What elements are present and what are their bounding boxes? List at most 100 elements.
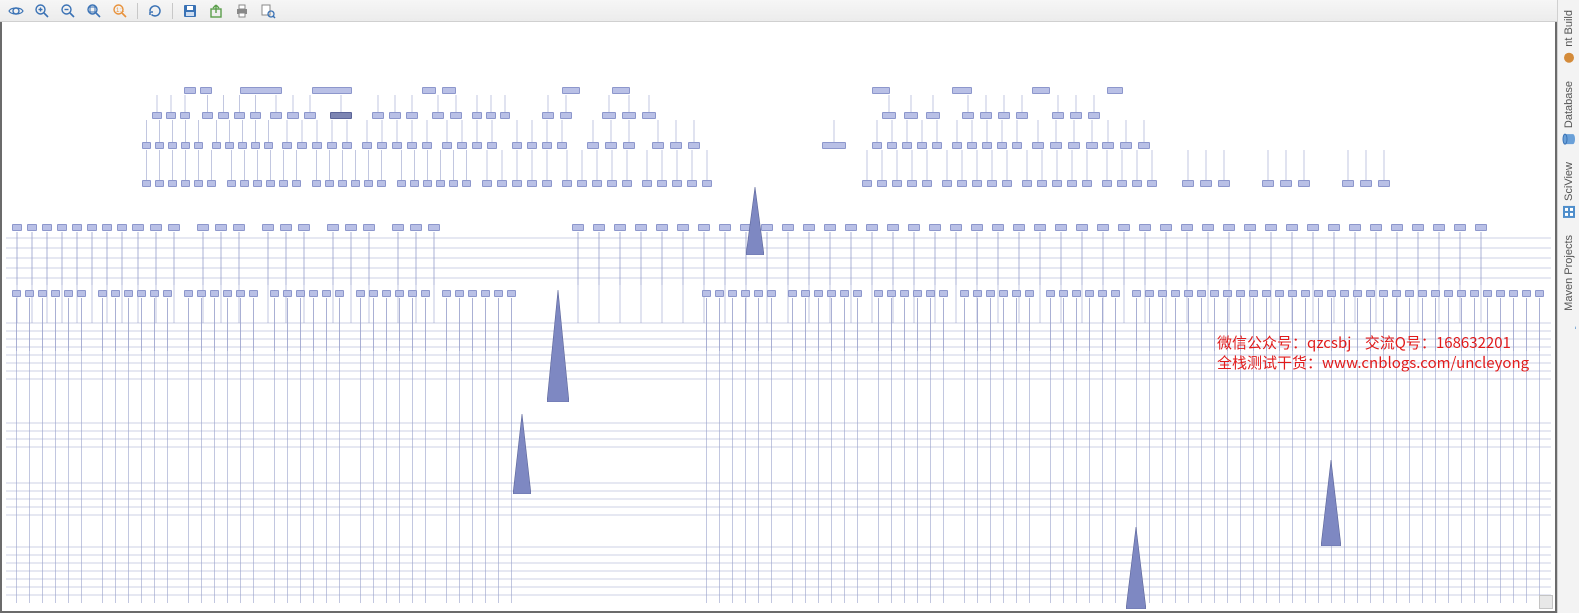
diagram-node[interactable] bbox=[330, 112, 352, 119]
diagram-node[interactable] bbox=[234, 112, 245, 119]
diagram-node[interactable] bbox=[605, 142, 617, 149]
diagram-node[interactable] bbox=[1275, 290, 1284, 297]
diagram-node[interactable] bbox=[27, 224, 37, 231]
diagram-node[interactable] bbox=[363, 224, 375, 231]
diagram-node[interactable] bbox=[181, 142, 190, 149]
tab-sciview[interactable]: SciView bbox=[1560, 154, 1578, 227]
diagram-node[interactable] bbox=[1265, 224, 1277, 231]
diagram-node[interactable] bbox=[1055, 224, 1067, 231]
diagram-node[interactable] bbox=[612, 87, 630, 94]
diagram-node[interactable] bbox=[1181, 224, 1193, 231]
diagram-node[interactable] bbox=[309, 290, 318, 297]
diagram-node[interactable] bbox=[468, 290, 477, 297]
diagram-node[interactable] bbox=[1052, 180, 1062, 187]
diagram-node[interactable] bbox=[436, 180, 445, 187]
diagram-node[interactable] bbox=[392, 224, 404, 231]
diagram-node[interactable] bbox=[312, 180, 321, 187]
diagram-node[interactable] bbox=[562, 87, 580, 94]
diagram-node[interactable] bbox=[184, 87, 196, 94]
diagram-node[interactable] bbox=[155, 180, 164, 187]
diagram-node[interactable] bbox=[233, 224, 245, 231]
diagram-node[interactable] bbox=[472, 142, 482, 149]
diagram-node[interactable] bbox=[181, 180, 190, 187]
diagram-node[interactable] bbox=[1032, 142, 1044, 149]
diagram-node[interactable] bbox=[282, 142, 292, 149]
diagram-node[interactable] bbox=[687, 180, 697, 187]
diagram-node[interactable] bbox=[1182, 180, 1194, 187]
diagram-node[interactable] bbox=[1360, 180, 1372, 187]
diagram-node[interactable] bbox=[1218, 180, 1230, 187]
diagram-node[interactable] bbox=[77, 290, 86, 297]
diagram-node[interactable] bbox=[527, 142, 537, 149]
diagram-node[interactable] bbox=[137, 290, 146, 297]
diagram-node[interactable] bbox=[283, 290, 292, 297]
diagram-node[interactable] bbox=[362, 142, 372, 149]
diagram-node[interactable] bbox=[904, 112, 918, 119]
diagram-node[interactable] bbox=[325, 180, 334, 187]
diagram-node[interactable] bbox=[345, 224, 357, 231]
diagram-node[interactable] bbox=[929, 224, 941, 231]
diagram-node[interactable] bbox=[1262, 290, 1271, 297]
diagram-node[interactable] bbox=[304, 112, 316, 119]
diagram-node[interactable] bbox=[987, 180, 997, 187]
diagram-node[interactable] bbox=[12, 290, 21, 297]
diagram-node[interactable] bbox=[240, 87, 282, 94]
diagram-node[interactable] bbox=[887, 224, 899, 231]
diagram-node[interactable] bbox=[1298, 180, 1310, 187]
diagram-node[interactable] bbox=[1262, 180, 1274, 187]
diagram-node[interactable] bbox=[1314, 290, 1323, 297]
diagram-node[interactable] bbox=[907, 180, 917, 187]
diagram-node[interactable] bbox=[1158, 290, 1167, 297]
diagram-node[interactable] bbox=[1288, 290, 1297, 297]
print-button[interactable] bbox=[230, 2, 254, 20]
diagram-node[interactable] bbox=[218, 112, 229, 119]
diagram-node[interactable] bbox=[132, 224, 144, 231]
diagram-node[interactable] bbox=[652, 142, 664, 149]
diagram-node[interactable] bbox=[572, 224, 584, 231]
diagram-node[interactable] bbox=[1286, 224, 1298, 231]
diagram-node[interactable] bbox=[926, 112, 940, 119]
diagram-node[interactable] bbox=[887, 290, 896, 297]
diagram-node[interactable] bbox=[266, 180, 275, 187]
diagram-node[interactable] bbox=[557, 142, 567, 149]
diagram-node[interactable] bbox=[1120, 142, 1132, 149]
diagram-node[interactable] bbox=[1067, 180, 1077, 187]
diagram-node[interactable] bbox=[973, 290, 982, 297]
diagram-node[interactable] bbox=[939, 290, 948, 297]
diagram-node[interactable] bbox=[1052, 112, 1064, 119]
diagram-node[interactable] bbox=[486, 112, 496, 119]
diagram-node[interactable] bbox=[971, 224, 983, 231]
diagram-node[interactable] bbox=[672, 180, 682, 187]
diagram-node[interactable] bbox=[64, 290, 73, 297]
diagram-node[interactable] bbox=[422, 87, 436, 94]
diagram-node[interactable] bbox=[1050, 142, 1062, 149]
diagram-node[interactable] bbox=[635, 224, 647, 231]
diagram-node[interactable] bbox=[249, 290, 258, 297]
save-button[interactable] bbox=[178, 2, 202, 20]
diagram-node[interactable] bbox=[917, 142, 927, 149]
diagram-node[interactable] bbox=[150, 290, 159, 297]
diagram-node[interactable] bbox=[1509, 290, 1518, 297]
diagram-node[interactable] bbox=[225, 142, 234, 149]
tab-maven[interactable]: Maven Projects bbox=[1560, 227, 1578, 337]
diagram-node[interactable] bbox=[1147, 180, 1157, 187]
diagram-node[interactable] bbox=[1349, 224, 1361, 231]
diagram-node[interactable] bbox=[670, 142, 682, 149]
diagram-node[interactable] bbox=[642, 112, 656, 119]
diagram-node[interactable] bbox=[280, 224, 292, 231]
diagram-node[interactable] bbox=[292, 180, 301, 187]
preview-button[interactable] bbox=[256, 2, 280, 20]
diagram-node[interactable] bbox=[527, 180, 537, 187]
diagram-node[interactable] bbox=[1307, 224, 1319, 231]
diagram-node[interactable] bbox=[1457, 290, 1466, 297]
diagram-node[interactable] bbox=[1022, 180, 1032, 187]
diagram-node[interactable] bbox=[1475, 224, 1487, 231]
diagram-node[interactable] bbox=[801, 290, 810, 297]
diagram-node[interactable] bbox=[51, 290, 60, 297]
diagram-node[interactable] bbox=[142, 180, 151, 187]
diagram-node[interactable] bbox=[902, 142, 912, 149]
diagram-node[interactable] bbox=[908, 224, 920, 231]
diagram-node[interactable] bbox=[1070, 112, 1082, 119]
diagram-node[interactable] bbox=[298, 224, 310, 231]
diagram-node[interactable] bbox=[264, 142, 273, 149]
